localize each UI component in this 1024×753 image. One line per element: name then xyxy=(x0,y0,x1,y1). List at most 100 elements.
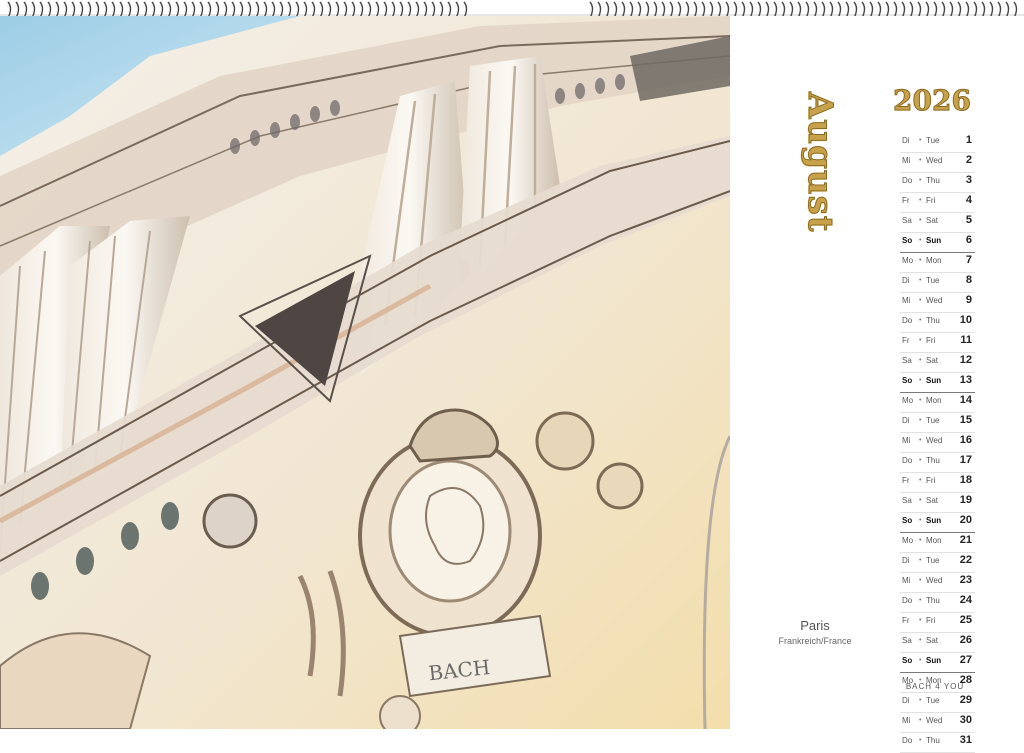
separator-dot: • xyxy=(919,337,922,344)
month-title: August xyxy=(800,92,841,233)
day-row: Di • Tue 1 xyxy=(900,133,975,153)
day-number: 12 xyxy=(959,354,972,366)
day-abbrev-de: Di xyxy=(902,556,910,565)
day-row: Di • Tue 8 xyxy=(900,273,975,293)
day-row: Fr • Fri 18 xyxy=(900,473,975,493)
day-abbrev-en: Fri xyxy=(926,616,936,625)
day-abbrev-de: So xyxy=(902,516,913,525)
day-abbrev-de: So xyxy=(902,656,913,665)
day-abbrev-de: Fr xyxy=(902,476,910,485)
separator-dot: • xyxy=(919,197,922,204)
day-row: So • Sun 27 xyxy=(900,653,975,673)
separator-dot: • xyxy=(919,217,922,224)
day-abbrev-de: Mi xyxy=(902,156,911,165)
separator-dot: • xyxy=(919,357,922,364)
day-row: So • Sun 6 xyxy=(900,233,975,253)
day-abbrev-de: Do xyxy=(902,316,913,325)
separator-dot: • xyxy=(919,737,922,744)
day-abbrev-en: Mon xyxy=(926,396,942,405)
day-abbrev-de: Mo xyxy=(902,536,914,545)
day-number: 27 xyxy=(959,654,972,666)
day-row: Fr • Fri 4 xyxy=(900,193,975,213)
day-row: Mo • Mon 7 xyxy=(900,253,975,273)
day-row: Mo • Mon 21 xyxy=(900,533,975,553)
day-abbrev-de: Mo xyxy=(902,256,914,265)
day-abbrev-de: So xyxy=(902,236,913,245)
separator-dot: • xyxy=(919,577,922,584)
separator-dot: • xyxy=(919,137,922,144)
day-abbrev-de: Mi xyxy=(902,716,911,725)
separator-dot: • xyxy=(919,317,922,324)
day-abbrev-en: Tue xyxy=(926,416,940,425)
day-abbrev-de: So xyxy=(902,376,913,385)
day-row: Do • Thu 24 xyxy=(900,593,975,613)
day-abbrev-en: Fri xyxy=(926,336,936,345)
day-abbrev-de: Sa xyxy=(902,636,912,645)
day-abbrev-en: Mon xyxy=(926,536,942,545)
separator-dot: • xyxy=(919,297,922,304)
separator-dot: • xyxy=(919,257,922,264)
day-row: Fr • Fri 11 xyxy=(900,333,975,353)
day-abbrev-de: Do xyxy=(902,736,913,745)
day-abbrev-en: Sat xyxy=(926,216,939,225)
day-row: Mi • Wed 23 xyxy=(900,573,975,593)
day-number: 19 xyxy=(959,494,972,506)
day-row: Mi • Wed 2 xyxy=(900,153,975,173)
day-number: 3 xyxy=(965,174,972,186)
day-number: 5 xyxy=(965,214,972,226)
location-city: Paris xyxy=(800,618,830,633)
day-row: Do • Thu 3 xyxy=(900,173,975,193)
day-number: 2 xyxy=(965,154,972,166)
day-abbrev-de: Sa xyxy=(902,356,912,365)
day-row: Fr • Fri 25 xyxy=(900,613,975,633)
day-row: Sa • Sat 26 xyxy=(900,633,975,653)
day-abbrev-en: Fri xyxy=(926,196,936,205)
day-row: Mi • Wed 30 xyxy=(900,713,975,733)
calendar-page: BACH August 2026 Di • Tue 1 Mi • Wed 2 Do • Thu 3 Fr… xyxy=(0,0,1024,753)
day-abbrev-en: Thu xyxy=(926,316,940,325)
day-number: 16 xyxy=(959,434,972,446)
day-row: So • Sun 13 xyxy=(900,373,975,393)
day-list: Di • Tue 1 Mi • Wed 2 Do • Thu 3 Fr • Fri 4 Sa • Sat 5 So • Su… xyxy=(900,133,975,753)
day-number: 17 xyxy=(959,454,972,466)
day-abbrev-en: Thu xyxy=(926,456,940,465)
day-abbrev-de: Mi xyxy=(902,296,911,305)
day-number: 26 xyxy=(959,634,972,646)
day-abbrev-en: Sat xyxy=(926,356,939,365)
day-number: 22 xyxy=(959,554,972,566)
day-abbrev-de: Mi xyxy=(902,576,911,585)
day-number: 6 xyxy=(965,234,972,246)
day-number: 23 xyxy=(959,574,972,586)
day-abbrev-en: Tue xyxy=(926,696,940,705)
day-number: 25 xyxy=(959,614,972,626)
day-number: 10 xyxy=(959,314,972,326)
day-abbrev-de: Di xyxy=(902,276,910,285)
day-number: 14 xyxy=(959,394,972,406)
day-number: 15 xyxy=(959,414,972,426)
separator-dot: • xyxy=(919,657,922,664)
day-number: 30 xyxy=(959,714,972,726)
day-number: 8 xyxy=(965,274,972,286)
day-row: Mi • Wed 9 xyxy=(900,293,975,313)
day-row: Mo • Mon 14 xyxy=(900,393,975,413)
day-abbrev-de: Fr xyxy=(902,336,910,345)
location-country: Frankreich/France xyxy=(778,636,852,646)
day-abbrev-en: Wed xyxy=(926,436,943,445)
day-number: 18 xyxy=(959,474,972,486)
separator-dot: • xyxy=(919,477,922,484)
day-number: 31 xyxy=(959,734,972,746)
day-number: 24 xyxy=(959,594,972,606)
day-abbrev-en: Fri xyxy=(926,476,936,485)
separator-dot: • xyxy=(919,417,922,424)
separator-dot: • xyxy=(919,157,922,164)
brand-label: BACH 4 YOU xyxy=(905,682,965,691)
separator-dot: • xyxy=(919,637,922,644)
day-abbrev-en: Sat xyxy=(926,496,939,505)
year-title: 2026 xyxy=(893,84,972,118)
day-abbrev-de: Do xyxy=(902,456,913,465)
separator-dot: • xyxy=(919,697,922,704)
day-row: Di • Tue 29 xyxy=(900,693,975,713)
separator-dot: • xyxy=(919,177,922,184)
separator-dot: • xyxy=(919,397,922,404)
separator-dot: • xyxy=(919,277,922,284)
